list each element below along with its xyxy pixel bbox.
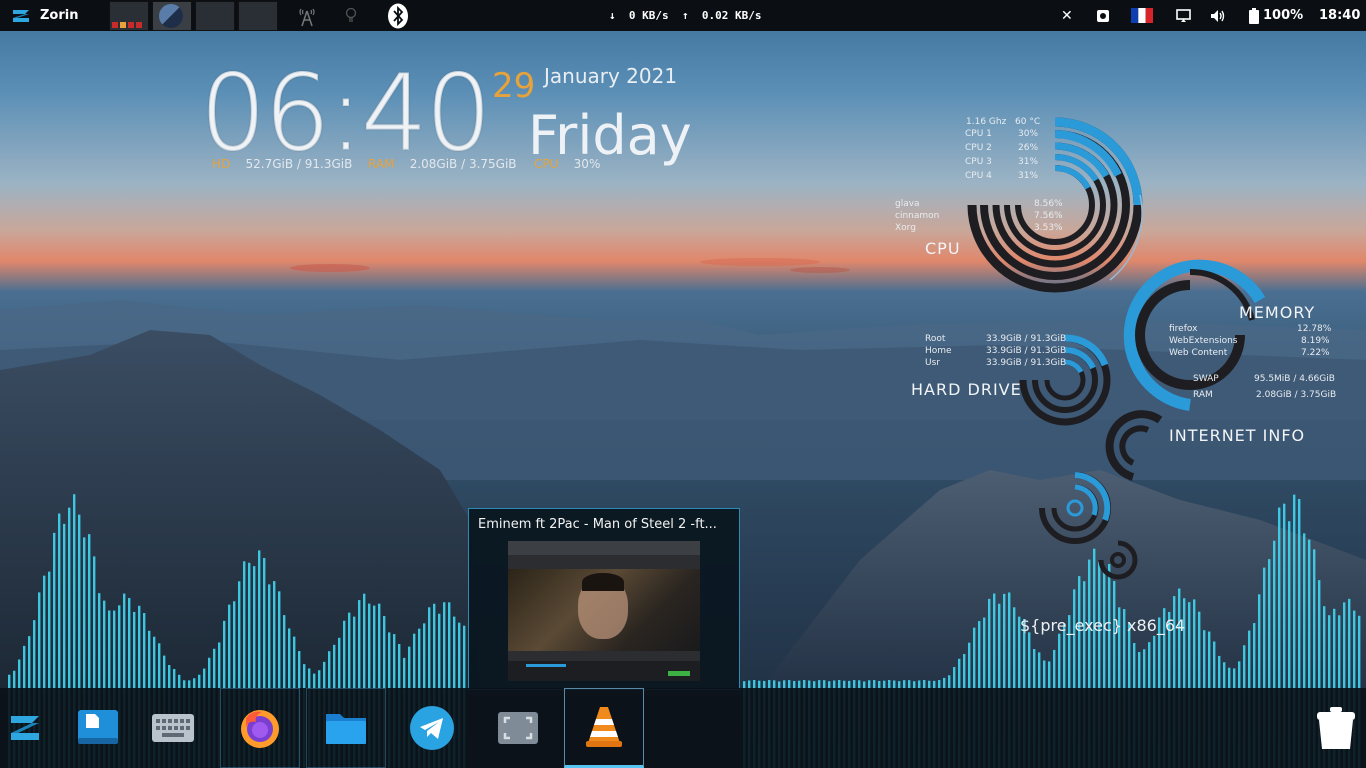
trash-icon bbox=[1317, 707, 1355, 749]
cpu-core-value: 26% bbox=[1018, 143, 1039, 153]
dock-telegram[interactable] bbox=[392, 688, 472, 768]
internet-title: INTERNET INFO bbox=[1169, 426, 1306, 445]
vlc-menubar bbox=[508, 541, 700, 555]
drive-value: 33.9GiB / 91.3GiB bbox=[986, 358, 1067, 368]
memory-process-value: 8.19% bbox=[1301, 336, 1330, 346]
cpu-process-value: 8.56% bbox=[1034, 199, 1063, 209]
dock-firefox[interactable] bbox=[220, 688, 300, 768]
memory-process-name: Web Content bbox=[1169, 348, 1228, 358]
files-icon bbox=[326, 714, 366, 744]
screenshot-icon bbox=[498, 712, 538, 744]
dock-keyboard[interactable] bbox=[133, 688, 213, 768]
dock-files[interactable] bbox=[306, 688, 386, 768]
swap-value: 95.5MiB / 4.66GiB bbox=[1254, 374, 1335, 384]
vlc-icon bbox=[586, 707, 622, 747]
memory-process-name: firefox bbox=[1169, 324, 1198, 334]
swap-label: SWAP bbox=[1193, 374, 1219, 384]
memory-process-value: 12.78% bbox=[1297, 324, 1332, 334]
cpu-core-name: CPU 4 bbox=[965, 171, 992, 181]
memory-process-name: WebExtensions bbox=[1169, 336, 1238, 346]
cpu-temp: 60 °C bbox=[1015, 117, 1041, 127]
cpu-title: CPU bbox=[925, 239, 961, 258]
cpu-process-value: 3.53% bbox=[1034, 223, 1063, 233]
hard-drive-title: HARD DRIVE bbox=[911, 380, 1022, 399]
preview-title: Eminem ft 2Pac - Man of Steel 2 -ft... bbox=[478, 517, 717, 532]
cpu-core-name: CPU 1 bbox=[965, 129, 992, 139]
vlc-controls bbox=[508, 661, 700, 681]
dock-zorin-menu[interactable] bbox=[0, 688, 50, 768]
drive-name: Usr bbox=[925, 358, 940, 368]
dock-trash[interactable] bbox=[1306, 688, 1366, 768]
vlc-video-frame bbox=[508, 569, 700, 651]
ram-label: RAM bbox=[1193, 390, 1213, 400]
firefox-icon bbox=[241, 710, 279, 748]
dock bbox=[0, 688, 1366, 768]
memory-process-value: 7.22% bbox=[1301, 348, 1330, 358]
cpu-process-name: cinnamon bbox=[895, 211, 940, 221]
cpu-freq: 1.16 Ghz bbox=[966, 117, 1007, 127]
drive-name: Root bbox=[925, 334, 946, 344]
text-editor-icon bbox=[78, 710, 118, 744]
cpu-process-name: glava bbox=[895, 199, 920, 209]
zorin-menu-icon bbox=[11, 716, 39, 740]
drive-value: 33.9GiB / 91.3GiB bbox=[986, 346, 1067, 356]
cpu-process-value: 7.56% bbox=[1034, 211, 1063, 221]
dock-text-editor[interactable] bbox=[58, 688, 138, 768]
cpu-core-value: 31% bbox=[1018, 157, 1039, 167]
cpu-core-name: CPU 2 bbox=[965, 143, 992, 153]
cpu-core-value: 31% bbox=[1018, 171, 1039, 181]
arch-text: ${pre_exec} x86_64 bbox=[1020, 616, 1186, 635]
cpu-process-name: Xorg bbox=[895, 223, 916, 233]
memory-title: MEMORY bbox=[1239, 303, 1316, 322]
keyboard-icon bbox=[152, 714, 194, 742]
dock-screenshot[interactable] bbox=[478, 688, 558, 768]
window-preview[interactable]: Eminem ft 2Pac - Man of Steel 2 -ft... bbox=[468, 508, 740, 690]
telegram-icon bbox=[410, 706, 454, 750]
ram-value: 2.08GiB / 3.75GiB bbox=[1256, 390, 1337, 400]
drive-name: Home bbox=[925, 346, 952, 356]
vlc-thumbnail bbox=[508, 541, 700, 681]
cpu-core-name: CPU 3 bbox=[965, 157, 992, 167]
dock-vlc[interactable] bbox=[564, 688, 644, 768]
cpu-core-value: 30% bbox=[1018, 129, 1039, 139]
drive-value: 33.9GiB / 91.3GiB bbox=[986, 334, 1067, 344]
